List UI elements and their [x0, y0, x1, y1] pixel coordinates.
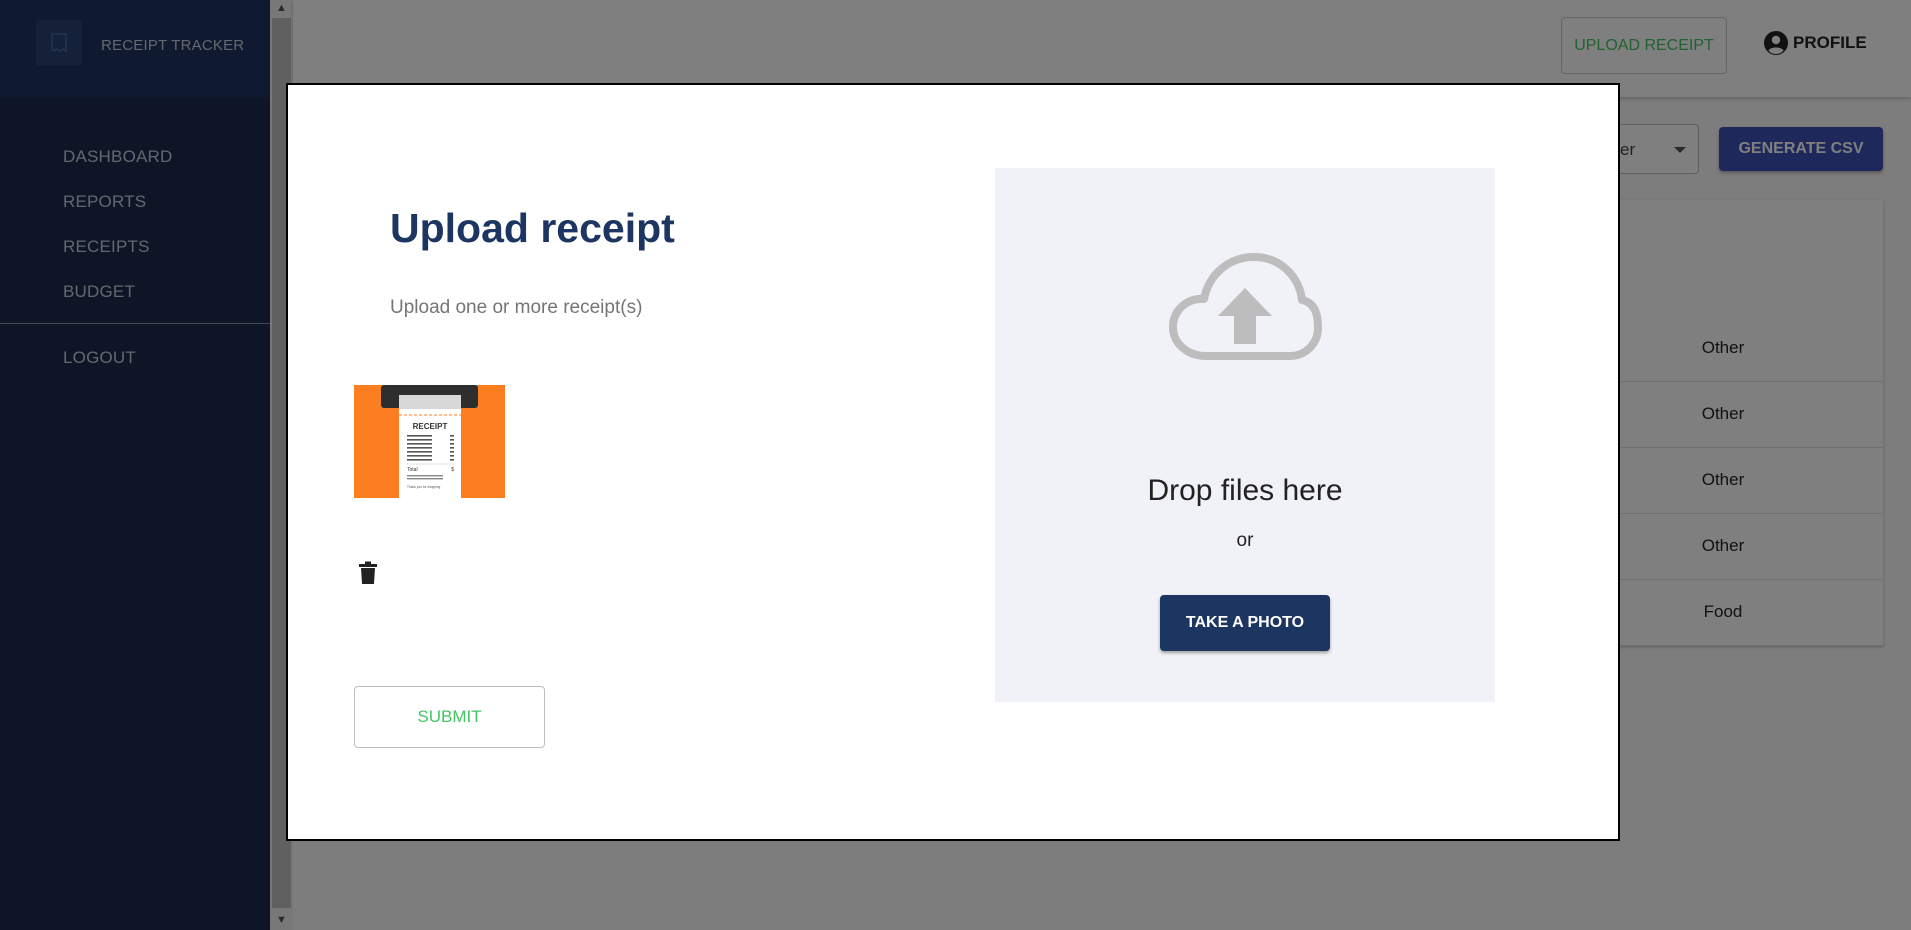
- thumbnail-total-symbol: $: [451, 467, 454, 473]
- take-photo-button[interactable]: TAKE A PHOTO: [1160, 595, 1330, 651]
- thumbnail-footer-text: Thank you for shopping: [407, 485, 441, 489]
- thumbnail-heading: RECEIPT: [413, 422, 448, 431]
- upload-receipt-modal: Upload receipt Upload one or more receip…: [286, 83, 1620, 841]
- thumbnail-total-label: Total: [407, 467, 418, 473]
- submit-button[interactable]: SUBMIT: [354, 686, 545, 748]
- or-text: or: [1236, 530, 1254, 551]
- receipt-thumbnail[interactable]: RECEIPT Total $ Thank you for shopping: [354, 385, 505, 498]
- file-dropzone[interactable]: Drop files here or TAKE A PHOTO: [995, 168, 1495, 702]
- modal-title: Upload receipt: [390, 205, 675, 251]
- drop-files-text: Drop files here: [1147, 474, 1343, 507]
- trash-icon[interactable]: [358, 561, 378, 585]
- cloud-upload-icon: [1169, 253, 1322, 360]
- modal-subtitle: Upload one or more receipt(s): [390, 297, 643, 318]
